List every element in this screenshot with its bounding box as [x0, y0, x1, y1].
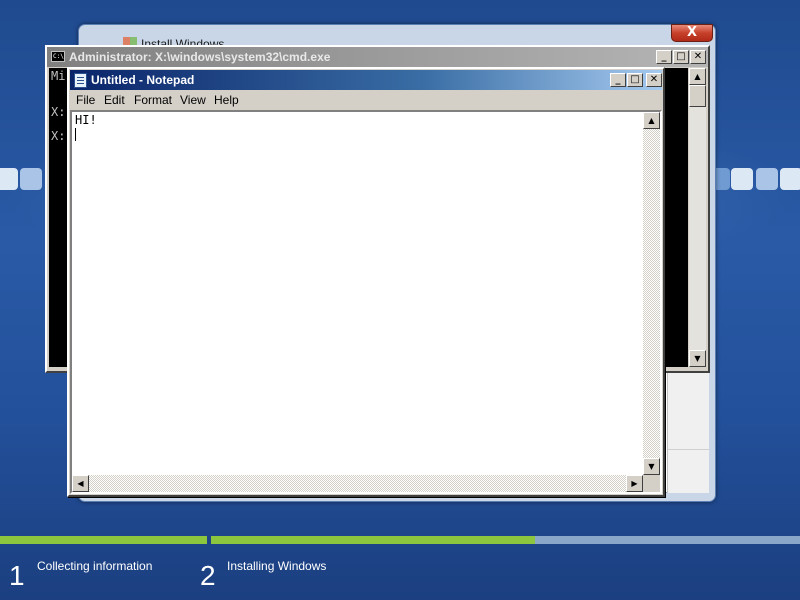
background-dot [780, 168, 800, 190]
install-close-button[interactable]: X [671, 24, 713, 42]
menu-format[interactable]: Format [134, 93, 172, 107]
notepad-menubar: File Edit Format View Help [70, 91, 662, 110]
divider [668, 449, 709, 450]
menu-help[interactable]: Help [214, 93, 239, 107]
menu-file[interactable]: File [76, 93, 95, 107]
cmd-minimize-button[interactable]: _ [656, 50, 672, 64]
background-dot [20, 168, 42, 190]
notepad-icon [74, 73, 87, 88]
notepad-minimize-button[interactable]: _ [610, 73, 626, 87]
notepad-text-area[interactable]: HI! ▲ ▼ ◀ ▶ [70, 110, 662, 494]
scroll-up-arrow-icon[interactable]: ▲ [689, 68, 706, 85]
cmd-maximize-button[interactable]: □ [673, 50, 689, 64]
menu-view[interactable]: View [180, 93, 206, 107]
step1-progress-fill [0, 536, 207, 544]
notepad-close-button[interactable]: ✕ [646, 73, 662, 87]
scroll-left-arrow-icon[interactable]: ◀ [72, 475, 89, 492]
text-caret [75, 128, 76, 141]
install-side-panel [667, 373, 709, 493]
cmd-close-button[interactable]: ✕ [690, 50, 706, 64]
background-dot [0, 168, 18, 190]
step2-label: Installing Windows [227, 559, 327, 573]
step1-progress-bar [0, 536, 207, 544]
step2-progress-bar [211, 536, 800, 544]
background-dot [756, 168, 778, 190]
scroll-right-arrow-icon[interactable]: ▶ [626, 475, 643, 492]
notepad-vertical-scrollbar[interactable]: ▲ ▼ [643, 112, 660, 475]
cmd-output-line: X: [51, 129, 66, 143]
scroll-down-arrow-icon[interactable]: ▼ [689, 350, 706, 367]
notepad-content: HI! [75, 113, 97, 127]
notepad-titlebar[interactable]: Untitled - Notepad _ □ ✕ [70, 70, 662, 90]
cmd-window-title: Administrator: X:\windows\system32\cmd.e… [69, 50, 331, 64]
notepad-horizontal-scrollbar[interactable]: ◀ ▶ [72, 475, 643, 492]
notepad-window-title: Untitled - Notepad [91, 73, 195, 87]
cmd-titlebar[interactable]: C:\ Administrator: X:\windows\system32\c… [47, 47, 708, 67]
notepad-window: Untitled - Notepad _ □ ✕ File Edit Forma… [67, 67, 665, 497]
size-grip[interactable] [643, 475, 660, 492]
scroll-thumb[interactable] [689, 85, 706, 107]
step2-progress-fill [211, 536, 535, 544]
scroll-down-arrow-icon[interactable]: ▼ [643, 458, 660, 475]
scroll-up-arrow-icon[interactable]: ▲ [643, 112, 660, 129]
cmd-output-line: X: [51, 105, 66, 119]
cmd-vertical-scrollbar[interactable]: ▲ ▼ [689, 68, 706, 367]
step1-label: Collecting information [37, 559, 153, 573]
background-dot [731, 168, 753, 190]
menu-edit[interactable]: Edit [104, 93, 125, 107]
cmd-icon: C:\ [51, 51, 65, 62]
notepad-maximize-button[interactable]: □ [627, 73, 643, 87]
step1-number: 1 [9, 560, 25, 591]
step2-number: 2 [200, 560, 216, 591]
cmd-output-line: Mi [51, 69, 66, 83]
